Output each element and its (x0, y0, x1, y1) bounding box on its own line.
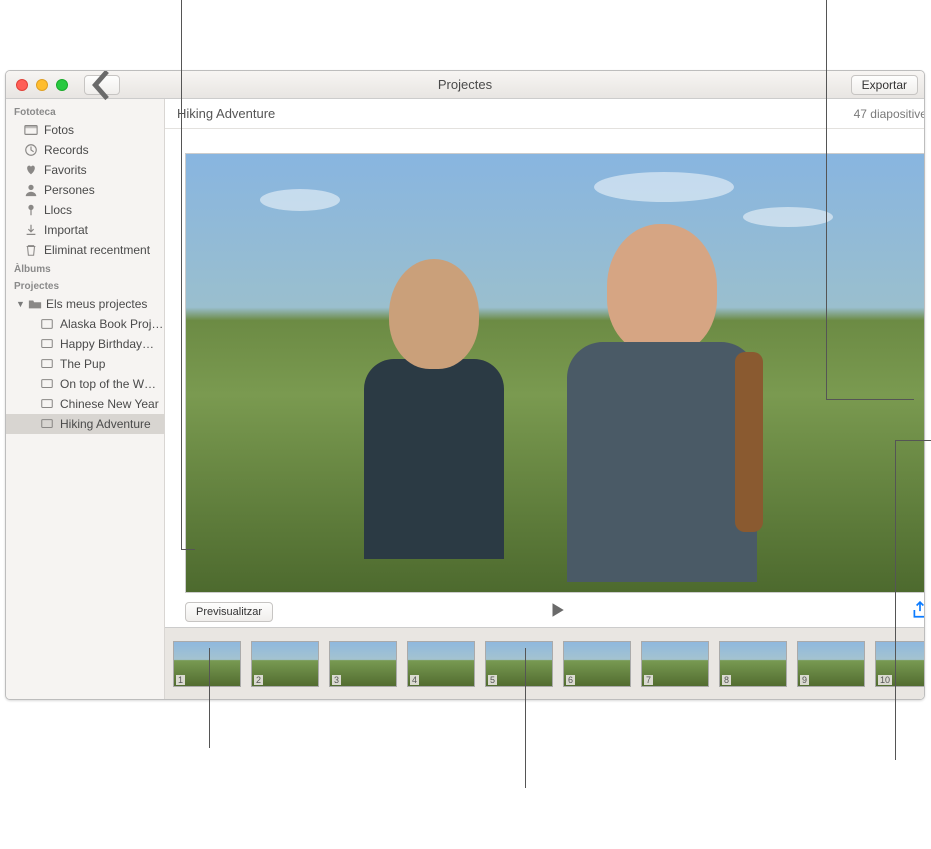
sidebar-item-places[interactable]: Llocs (6, 200, 164, 220)
window-titlebar: Projectes Exportar (6, 71, 924, 99)
pin-icon (24, 203, 38, 217)
window-title: Projectes (6, 77, 924, 92)
photos-icon (24, 123, 38, 137)
preview-button[interactable]: Previsualitzar (185, 602, 273, 622)
export-button[interactable]: Exportar (851, 75, 918, 95)
sidebar-item-memories[interactable]: Records (6, 140, 164, 160)
play-button[interactable] (548, 601, 566, 624)
preview-controls: Previsualitzar (165, 597, 924, 627)
thumbnail-strip[interactable]: 1 2 3 4 5 6 7 8 9 10 (165, 627, 924, 699)
zoom-window-button[interactable] (56, 79, 68, 91)
thumbnail[interactable]: 8 (719, 641, 787, 687)
sidebar-item-label: The Pup (60, 357, 105, 371)
thumbnail-number: 5 (488, 675, 497, 685)
sidebar-item-people[interactable]: Persones (6, 180, 164, 200)
folder-icon (28, 297, 42, 311)
project-header: Hiking Adventure 47 diapositives · 3:49m (165, 99, 924, 129)
slideshow-icon (40, 417, 54, 431)
sidebar-folder-my-projects[interactable]: ▼ Els meus projectes (6, 294, 164, 314)
download-icon (24, 223, 38, 237)
sidebar-project-item[interactable]: The Pup (6, 354, 164, 374)
sidebar-item-label: On top of the W… (60, 377, 156, 391)
sidebar-item-recently-deleted[interactable]: Eliminat recentment (6, 240, 164, 260)
thumbnail-number: 6 (566, 675, 575, 685)
sidebar-item-label: Chinese New Year (60, 397, 159, 411)
person-icon (24, 183, 38, 197)
sidebar-project-item[interactable]: Alaska Book Proj… (6, 314, 164, 334)
sidebar-project-item[interactable]: On top of the W… (6, 374, 164, 394)
sidebar-item-label: Hiking Adventure (60, 417, 151, 431)
share-button[interactable] (911, 601, 924, 624)
sidebar-item-label: Happy Birthday… (60, 337, 154, 351)
sidebar-section-albums: Àlbums (6, 260, 164, 277)
thumbnail[interactable]: 10 (875, 641, 924, 687)
play-icon (548, 601, 566, 619)
sidebar-item-photos[interactable]: Fotos (6, 120, 164, 140)
disclosure-triangle-icon: ▼ (16, 299, 24, 309)
slideshow-icon (40, 397, 54, 411)
sidebar-project-item-selected[interactable]: Hiking Adventure (6, 414, 164, 434)
thumbnail-number: 3 (332, 675, 341, 685)
chevron-left-icon (85, 70, 119, 102)
back-button[interactable] (84, 75, 120, 95)
sidebar-item-label: Els meus projectes (46, 297, 147, 311)
thumbnail[interactable]: 6 (563, 641, 631, 687)
thumbnail[interactable]: 1 (173, 641, 241, 687)
sidebar-item-label: Importat (44, 223, 88, 237)
sidebar: Fototeca Fotos Records Favorits Persones… (6, 99, 165, 699)
thumbnail-number: 1 (176, 675, 185, 685)
traffic-lights (16, 79, 68, 91)
project-meta: 47 diapositives · 3:49m (854, 107, 924, 121)
sidebar-item-imports[interactable]: Importat (6, 220, 164, 240)
sidebar-section-projects: Projectes (6, 277, 164, 294)
thumbnail-number: 2 (254, 675, 263, 685)
thumbnail[interactable]: 4 (407, 641, 475, 687)
thumbnail-number: 10 (878, 675, 892, 685)
thumbnail[interactable]: 5 (485, 641, 553, 687)
slide-preview-image[interactable] (185, 153, 924, 593)
slide-stage: Previsualitzar (165, 129, 924, 627)
sidebar-item-favorites[interactable]: Favorits (6, 160, 164, 180)
share-icon (911, 601, 924, 619)
sidebar-section-library: Fototeca (6, 103, 164, 120)
thumbnail[interactable]: 3 (329, 641, 397, 687)
heart-icon (24, 163, 38, 177)
sidebar-project-item[interactable]: Happy Birthday… (6, 334, 164, 354)
close-window-button[interactable] (16, 79, 28, 91)
thumbnail-number: 7 (644, 675, 653, 685)
thumbnail-number: 9 (800, 675, 809, 685)
project-title: Hiking Adventure (177, 106, 275, 121)
thumbnail[interactable]: 9 (797, 641, 865, 687)
slideshow-icon (40, 357, 54, 371)
app-window: Projectes Exportar Fototeca Fotos Record… (5, 70, 925, 700)
sidebar-project-item[interactable]: Chinese New Year (6, 394, 164, 414)
minimize-window-button[interactable] (36, 79, 48, 91)
slideshow-icon (40, 337, 54, 351)
book-icon (40, 317, 54, 331)
sidebar-item-label: Records (44, 143, 89, 157)
trash-icon (24, 243, 38, 257)
sidebar-item-label: Fotos (44, 123, 74, 137)
thumbnail-number: 8 (722, 675, 731, 685)
sidebar-item-label: Persones (44, 183, 95, 197)
sidebar-item-label: Favorits (44, 163, 87, 177)
sidebar-item-label: Alaska Book Proj… (60, 317, 163, 331)
thumbnail[interactable]: 2 (251, 641, 319, 687)
thumbnail-number: 4 (410, 675, 419, 685)
sidebar-item-label: Llocs (44, 203, 72, 217)
slideshow-icon (40, 377, 54, 391)
clock-icon (24, 143, 38, 157)
main-pane: Hiking Adventure 47 diapositives · 3:49m (165, 99, 924, 699)
sidebar-item-label: Eliminat recentment (44, 243, 150, 257)
thumbnail[interactable]: 7 (641, 641, 709, 687)
